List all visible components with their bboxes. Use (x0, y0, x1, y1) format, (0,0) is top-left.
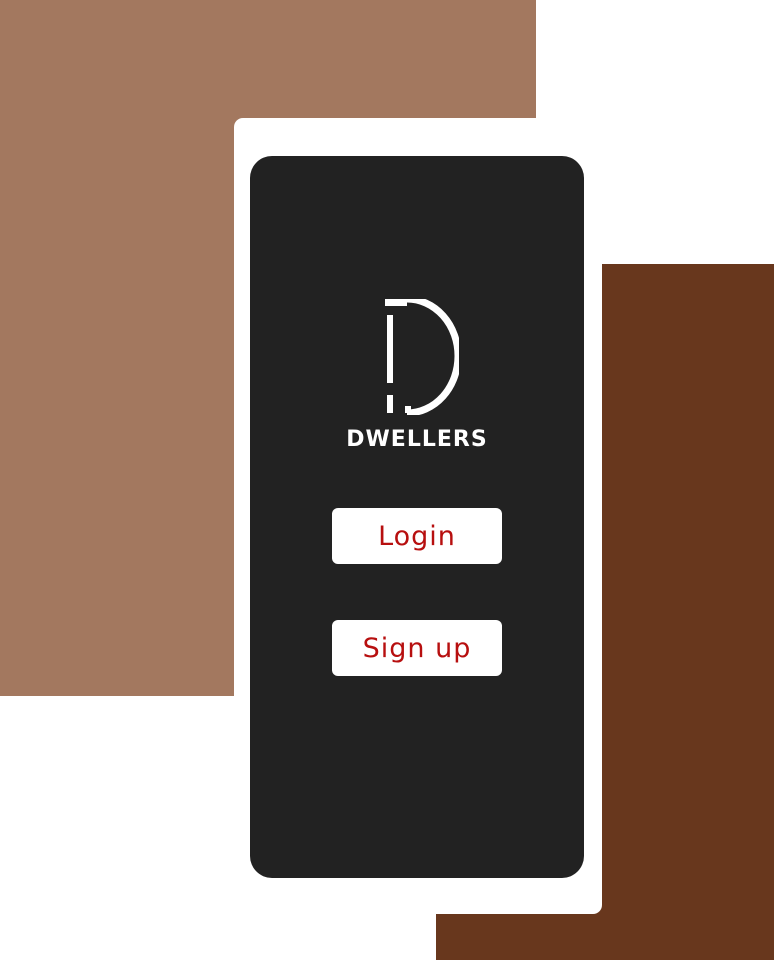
dwellers-logo-icon (385, 299, 459, 415)
login-button[interactable]: Login (332, 508, 502, 564)
brand-name: DWELLERS (346, 427, 488, 452)
signup-button[interactable]: Sign up (332, 620, 502, 676)
